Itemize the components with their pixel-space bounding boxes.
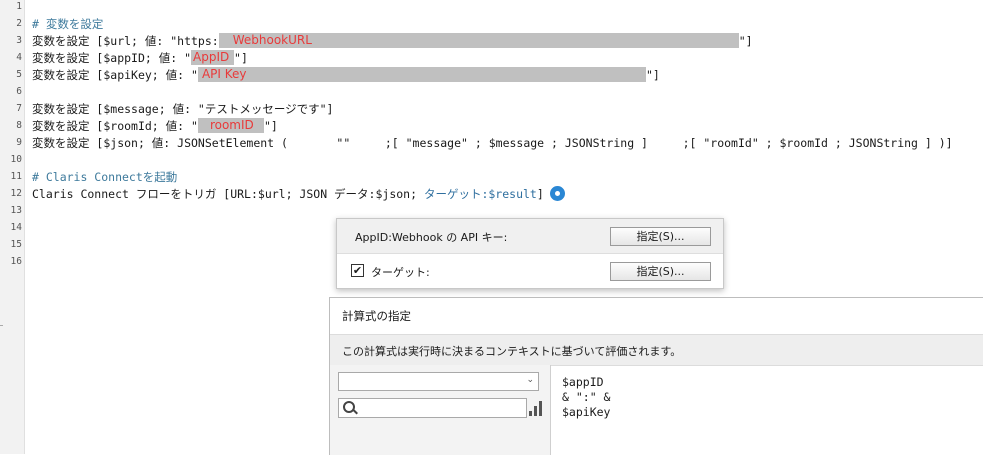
code-line-2[interactable]: # 変数を設定 — [32, 16, 103, 33]
redaction-label-roomid: roomID — [209, 118, 254, 132]
line-number: 2 — [16, 18, 22, 29]
line-number: 14 — [10, 222, 22, 233]
code-line-12[interactable]: Claris Connect フローをトリガ [URL:$url; JSON デ… — [32, 186, 565, 203]
code-line-12-prefix: Claris Connect フローをトリガ [URL:$url; JSON デ… — [32, 187, 424, 201]
specify-target-button[interactable]: 指定(S)... — [610, 262, 711, 281]
line-number: 10 — [10, 154, 22, 165]
sort-bars-icon[interactable] — [529, 400, 543, 416]
formula-editor[interactable]: $appID & ":" & $apiKey — [562, 375, 610, 420]
code-line-5-prefix: 変数を設定 [$apiKey; 値: " — [32, 68, 198, 82]
popover-row-apikey: AppID:Webhook の API キー: 指定(S)... — [337, 219, 723, 254]
code-line-8-prefix: 変数を設定 [$roomId; 値: " — [32, 119, 198, 133]
target-checkbox[interactable]: ✔ — [351, 264, 364, 277]
code-line-5[interactable]: 変数を設定 [$apiKey; 値: " API Key "] — [32, 67, 660, 84]
search-icon — [343, 401, 355, 413]
line-number: 5 — [16, 69, 22, 80]
code-line-4-suffix: "] — [234, 51, 248, 65]
redaction-block-apikey: API Key — [197, 67, 646, 82]
line-number: 11 — [10, 171, 22, 182]
dialog-description: この計算式は実行時に決まるコンテキストに基づいて評価されます。 — [342, 345, 682, 358]
sort-bar — [534, 406, 537, 416]
code-line-4[interactable]: 変数を設定 [$appID; 値: " AppID "] — [32, 50, 248, 67]
dialog-title: 計算式の指定 — [342, 309, 411, 323]
line-number: 3 — [16, 35, 22, 46]
line-number: 6 — [16, 86, 22, 97]
redaction-block-appid: AppID — [191, 50, 235, 65]
code-line-8-suffix: "] — [263, 119, 278, 133]
target-option-label: ターゲット: — [371, 266, 430, 279]
apikey-option-label: AppID:Webhook の API キー: — [355, 231, 508, 244]
line-number: 12 — [10, 188, 22, 199]
code-line-5-suffix: "] — [645, 68, 660, 82]
code-line-8[interactable]: 変数を設定 [$roomId; 値: " roomID "] — [32, 118, 278, 135]
code-line-4-prefix: 変数を設定 [$appID; 値: " — [32, 51, 192, 65]
chevron-down-icon: ⌄ — [526, 375, 534, 385]
step-options-popover: AppID:Webhook の API キー: 指定(S)... ✔ ターゲット… — [336, 218, 724, 289]
gear-icon[interactable] — [549, 186, 565, 201]
redaction-label-url: WebhookURL — [232, 33, 312, 47]
line-number: 9 — [16, 137, 22, 148]
redaction-label-apikey: API Key — [201, 67, 247, 81]
sort-bar — [539, 401, 542, 416]
function-search-input[interactable] — [338, 398, 527, 418]
code-line-3[interactable]: 変数を設定 [$url; 値: "https: WebhookURL "] — [32, 33, 753, 50]
line-number: 4 — [16, 52, 22, 63]
line-number: 13 — [10, 205, 22, 216]
code-line-12-suffix: ] — [536, 187, 544, 201]
divider — [0, 325, 3, 326]
code-line-3-suffix: "] — [738, 34, 753, 48]
code-line-3-prefix: 変数を設定 [$url; 値: "https: — [32, 34, 219, 48]
popover-row-target: ✔ ターゲット: 指定(S)... — [337, 254, 723, 288]
code-line-9[interactable]: 変数を設定 [$json; 値: JSONSetElement ( "" ;[ … — [32, 135, 953, 152]
code-line-7[interactable]: 変数を設定 [$message; 値: "テストメッセージです"] — [32, 101, 333, 118]
specify-calculation-dialog: 計算式の指定 この計算式は実行時に決まるコンテキストに基づいて評価されます。 ⌄… — [329, 297, 983, 455]
line-number: 16 — [10, 256, 22, 267]
redaction-block-url: WebhookURL — [218, 33, 739, 48]
target-param[interactable]: ターゲット:$result — [424, 187, 537, 201]
redaction-label-appid: AppID — [193, 50, 230, 64]
code-line-11[interactable]: # Claris Connectを起動 — [32, 169, 177, 186]
line-number: 1 — [16, 1, 22, 12]
specify-apikey-button[interactable]: 指定(S)... — [610, 227, 711, 246]
line-number: 15 — [10, 239, 22, 250]
dialog-description-band: この計算式は実行時に決まるコンテキストに基づいて評価されます。 — [330, 334, 983, 366]
function-list-pane: ⌄ — [330, 365, 551, 455]
line-number: 8 — [16, 120, 22, 131]
redaction-block-roomid: roomID — [197, 118, 264, 133]
sort-bar — [529, 411, 532, 416]
category-select[interactable]: ⌄ — [338, 372, 539, 391]
line-number: 7 — [16, 103, 22, 114]
